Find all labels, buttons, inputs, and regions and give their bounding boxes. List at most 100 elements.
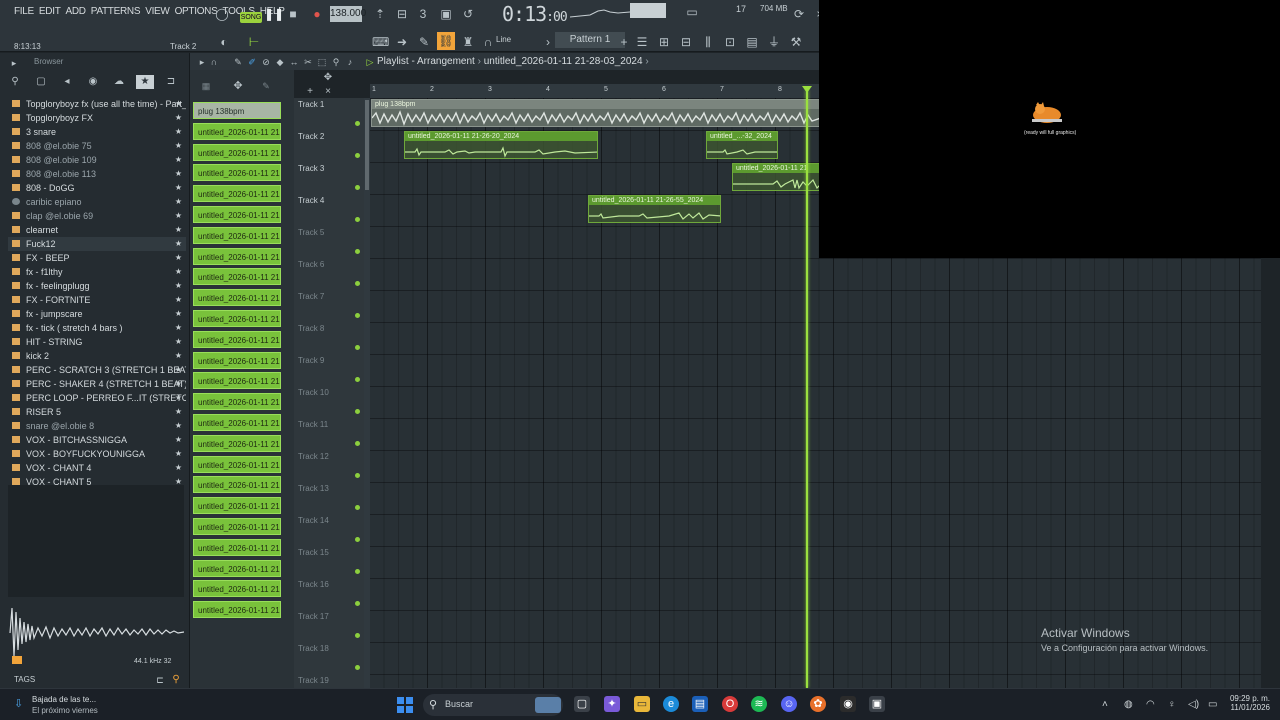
track-mute-led[interactable] bbox=[355, 249, 360, 254]
clip-plug-138bpm[interactable]: plug 138bpm bbox=[371, 99, 820, 127]
picker-clip[interactable]: untitled_2026-01-11 21-... bbox=[193, 143, 281, 161]
system-clock[interactable]: 09:29 p. m. 11/01/2026 bbox=[1226, 694, 1270, 712]
master-pitch-icon[interactable]: ◐ bbox=[216, 34, 232, 50]
filter-icon[interactable]: ⚲ bbox=[6, 75, 24, 89]
browser-icon[interactable]: ⊡ bbox=[722, 34, 738, 50]
tag-icon[interactable]: ⊏ bbox=[152, 672, 168, 688]
picker-clip[interactable]: untitled_2026-01-11 21-... bbox=[193, 518, 281, 535]
wait-for-input-icon[interactable]: ⊟ bbox=[394, 6, 410, 22]
folder-icon[interactable]: ⊐ bbox=[162, 75, 180, 89]
favorite-star-icon[interactable]: ★ bbox=[175, 433, 182, 447]
track-header[interactable]: Track 14 bbox=[298, 514, 360, 546]
browser-item[interactable]: fx - f1lthy ★ bbox=[8, 265, 186, 279]
track-header[interactable]: Track 8 bbox=[298, 322, 360, 354]
picker-clip[interactable]: untitled_2026-01-11 21-... bbox=[193, 206, 281, 223]
track-header[interactable]: Track 3 bbox=[298, 162, 360, 194]
favorite-star-icon[interactable]: ★ bbox=[175, 223, 182, 237]
picker-clip[interactable]: untitled_2026-01-11 21-... bbox=[193, 247, 281, 265]
favorite-star-icon[interactable]: ★ bbox=[175, 447, 182, 461]
track-mute-led[interactable] bbox=[355, 153, 360, 158]
browser-item[interactable]: VOX - BITCHASSNIGGA ★ bbox=[8, 433, 186, 447]
pitch-slider-icon[interactable]: ⊢ bbox=[246, 34, 262, 50]
favorite-star-icon[interactable]: ★ bbox=[175, 307, 182, 321]
timeline-ruler[interactable]: 1 2 3 4 5 6 7 8 bbox=[370, 84, 820, 98]
favorite-star-icon[interactable]: ★ bbox=[175, 181, 182, 195]
edge-icon[interactable]: e bbox=[663, 696, 679, 712]
track-mute-led[interactable] bbox=[355, 601, 360, 606]
picker-clip[interactable]: untitled_2026-01-11 21-... bbox=[193, 434, 281, 452]
track-mute-led[interactable] bbox=[355, 121, 360, 126]
file-explorer-icon[interactable]: ▭ bbox=[634, 696, 650, 712]
favorite-star-icon[interactable]: ★ bbox=[175, 167, 182, 181]
browser-item[interactable]: clap @el.obie 69 ★ bbox=[8, 209, 186, 223]
favorite-star-icon[interactable]: ★ bbox=[175, 139, 182, 153]
metronome-icon[interactable]: ⇡ bbox=[372, 6, 388, 22]
store-icon[interactable]: ▤ bbox=[692, 696, 708, 712]
track-mute-led[interactable] bbox=[355, 665, 360, 670]
edit-picker-icon[interactable]: ✎ bbox=[258, 78, 274, 94]
tags-label[interactable]: TAGS bbox=[14, 675, 35, 684]
track-header[interactable]: Track 12 bbox=[298, 450, 360, 482]
blend-notes-icon[interactable]: ▣ bbox=[438, 6, 454, 22]
magnet-snap-icon[interactable]: ∩ bbox=[206, 54, 222, 70]
arrow-right-icon[interactable]: ➜ bbox=[394, 34, 410, 50]
browser-item[interactable]: Topgloryboyz fx (use all the time) - Par… bbox=[8, 97, 186, 111]
expand-icon[interactable]: ✥ bbox=[320, 70, 336, 86]
browser-item[interactable]: FX - FORTNITE ★ bbox=[8, 293, 186, 307]
favorite-star-icon[interactable]: ★ bbox=[175, 321, 182, 335]
countdown-icon[interactable]: 3 bbox=[415, 6, 431, 22]
discord-icon[interactable]: ☺ bbox=[781, 696, 797, 712]
browser-item[interactable]: PERC - SHAKER 4 (STRETCH 1 BEAT) ★ bbox=[8, 377, 186, 391]
browser-item[interactable]: 3 snare ★ bbox=[8, 125, 186, 139]
speaker-icon[interactable]: ◁) bbox=[1188, 699, 1199, 710]
track-mute-led[interactable] bbox=[355, 345, 360, 350]
menu-view[interactable]: VIEW bbox=[145, 6, 170, 17]
track-mute-led[interactable] bbox=[355, 569, 360, 574]
favorite-star-icon[interactable]: ★ bbox=[175, 279, 182, 293]
fl-studio-icon[interactable]: ✿ bbox=[810, 696, 826, 712]
scrollbar-thumb[interactable] bbox=[365, 100, 369, 190]
browser-item[interactable]: PERC - SCRATCH 3 (STRETCH 1 BEAT) ★ bbox=[8, 363, 186, 377]
track-header[interactable]: Track 9 bbox=[298, 354, 360, 386]
favorite-star-icon[interactable]: ★ bbox=[175, 461, 182, 475]
favorite-star-icon[interactable]: ★ bbox=[175, 391, 182, 405]
picker-clip[interactable]: untitled_2026-01-11 21-... bbox=[193, 122, 281, 140]
obs-icon[interactable]: ◉ bbox=[840, 696, 856, 712]
picker-clip[interactable]: untitled_2026-01-11 21-... bbox=[193, 393, 281, 411]
track-header[interactable]: Track 4 bbox=[298, 194, 360, 226]
browser-item[interactable]: kick 2 ★ bbox=[8, 349, 186, 363]
track-mute-led[interactable] bbox=[355, 185, 360, 190]
opera-icon[interactable]: O bbox=[722, 696, 738, 712]
browser-item[interactable]: Fuck12 ★ bbox=[8, 237, 186, 251]
stamp-icon[interactable]: ♜ bbox=[460, 34, 476, 50]
picker-clip[interactable]: untitled_2026-01-11 21-... bbox=[193, 351, 281, 369]
loop-record-icon[interactable]: ↺ bbox=[460, 6, 476, 22]
track-header[interactable]: Track 16 bbox=[298, 578, 360, 610]
recording-mode-icon[interactable]: ◯ bbox=[214, 6, 230, 22]
browser-item[interactable]: fx - feelingplugg ★ bbox=[8, 279, 186, 293]
pause-icon[interactable]: ❚❚ bbox=[264, 6, 284, 22]
favorite-star-icon[interactable]: ★ bbox=[175, 419, 182, 433]
app-icon[interactable]: ▣ bbox=[869, 696, 885, 712]
track-header[interactable]: Track 10 bbox=[298, 386, 360, 418]
browser-item[interactable]: FX - BEEP ★ bbox=[8, 251, 186, 265]
picker-clip[interactable]: untitled_2026-01-11 21-... bbox=[193, 289, 281, 307]
menu-edit[interactable]: EDIT bbox=[39, 6, 61, 17]
plugin-database-icon[interactable]: ▤ bbox=[744, 34, 760, 50]
track-header[interactable]: Track 1 bbox=[298, 98, 360, 130]
track-mute-led[interactable] bbox=[355, 505, 360, 510]
picker-clip[interactable]: untitled_2026-01-11 21-... bbox=[193, 226, 281, 244]
track-header[interactable]: Track 7 bbox=[298, 290, 360, 322]
browser-item[interactable]: clearnet ★ bbox=[8, 223, 186, 237]
track-header[interactable]: Track 2 bbox=[298, 130, 360, 162]
play-arrangement-icon[interactable]: ▷ bbox=[362, 54, 378, 70]
favorite-star-icon[interactable]: ★ bbox=[175, 251, 182, 265]
pattern-picker-icon[interactable]: ▦ bbox=[198, 78, 214, 94]
picker-clip[interactable]: untitled_2026-01-11 21-... bbox=[193, 372, 281, 390]
track-header[interactable]: Track 15 bbox=[298, 546, 360, 578]
new-file-icon[interactable]: ▢ bbox=[32, 75, 50, 89]
chevron-right-icon[interactable]: › bbox=[540, 34, 556, 50]
track-header[interactable]: Track 11 bbox=[298, 418, 360, 450]
picker-clip[interactable]: untitled_2026-01-11 21-... bbox=[193, 601, 281, 619]
picker-clip[interactable]: untitled_2026-01-11 21-... bbox=[193, 580, 281, 598]
